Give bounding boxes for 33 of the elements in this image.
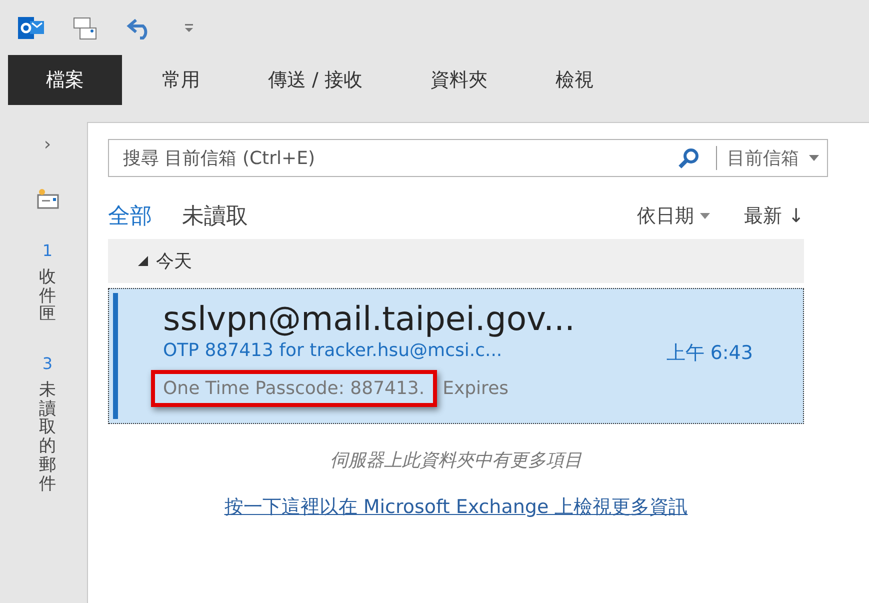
group-header[interactable]: 今天 (108, 239, 804, 283)
message-preview: One Time Passcode: 887413. (151, 370, 437, 407)
ribbon-tab[interactable]: 檔案 (8, 55, 122, 105)
caret-icon[interactable] (700, 213, 710, 219)
filter-tab[interactable]: 全部 (108, 201, 152, 231)
folder-count: 1 (42, 241, 53, 260)
filter-tab[interactable]: 未讀取 (182, 201, 248, 231)
search-icon[interactable] (678, 147, 700, 169)
sort-by-dropdown[interactable]: 依日期 (637, 203, 694, 229)
group-label: 今天 (156, 250, 192, 273)
ribbon-tab[interactable]: 常用 (128, 55, 234, 105)
message-subject: OTP 887413 for tracker.hsu@mcsi.c... (163, 340, 502, 363)
more-items-note: 伺服器上此資料夾中有更多項目 (329, 449, 583, 472)
folder-name[interactable]: 收件匣 (39, 268, 56, 324)
message-preview: Expires (442, 378, 509, 399)
collapse-triangle-icon[interactable] (138, 256, 148, 266)
folder-count: 3 (42, 354, 53, 374)
search-scope-dropdown[interactable]: 目前信箱 (716, 146, 799, 170)
send-receive-icon[interactable] (72, 14, 98, 40)
customize-dropdown-icon[interactable] (184, 22, 194, 32)
folder-name[interactable]: 未讀取的郵件 (39, 381, 56, 494)
sort-order-button[interactable]: 最新 ↓ (744, 203, 804, 229)
search-field[interactable]: 搜尋 目前信箱 (Ctrl+E) 目前信箱 (108, 139, 828, 177)
message-item[interactable]: sslvpn@mail.taipei.gov... OTP 887413 for tracker.hsu@mcsi.c... 上午 6:43 One Time Passcode: 887413. Expires (108, 288, 804, 424)
ribbon-tab[interactable]: 資料夾 (396, 55, 522, 105)
message-sender: sslvpn@mail.taipei.gov... (163, 299, 576, 338)
expand-pane-button[interactable]: › (44, 134, 52, 155)
outlook-logo-icon[interactable] (18, 14, 44, 40)
caret-icon[interactable] (809, 155, 819, 161)
ribbon-tab[interactable]: 檢視 (521, 55, 628, 105)
ribbon-tab[interactable]: 傳送 / 接收 (234, 55, 396, 105)
exchange-link[interactable]: 按一下這裡以在 Microsoft Exchange 上檢視更多資訊 (108, 494, 804, 520)
message-time: 上午 6:43 (666, 341, 753, 366)
